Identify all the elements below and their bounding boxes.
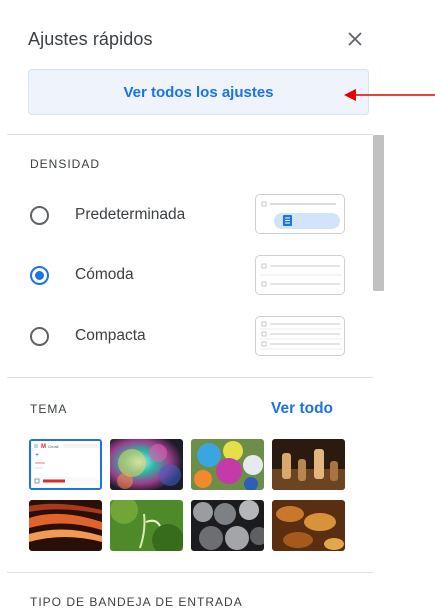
density-section-title: DENSIDAD — [30, 157, 101, 171]
svg-text:+: + — [35, 452, 39, 459]
density-option-label: Predeterminada — [75, 206, 186, 223]
panel-title: Ajustes rápidos — [28, 29, 153, 49]
svg-text:M: M — [41, 444, 46, 450]
theme-thumb-chess[interactable] — [272, 439, 345, 490]
theme-thumb-canyon[interactable] — [29, 500, 102, 551]
theme-thumb-tubes[interactable] — [191, 500, 264, 551]
theme-thumb-flowers[interactable] — [191, 439, 264, 490]
scrollbar-thumb[interactable] — [373, 135, 384, 291]
theme-thumb-bubbles[interactable] — [110, 439, 183, 490]
radio-default[interactable] — [30, 205, 49, 225]
theme-thumb-plant[interactable] — [110, 500, 183, 551]
density-option-label: Compacta — [75, 327, 146, 344]
gmail-logo-text: Gmail — [48, 444, 59, 449]
density-option-compact[interactable]: Compacta — [30, 324, 146, 348]
theme-section-title: TEMA — [30, 402, 68, 416]
radio-compact[interactable] — [30, 326, 49, 346]
radio-comfortable[interactable] — [30, 265, 49, 285]
theme-thumb-default[interactable]: M Gmail + — [29, 439, 102, 490]
annotation-arrow-icon — [344, 89, 435, 101]
density-default-preview — [255, 194, 345, 234]
theme-thumb-leaves[interactable] — [272, 500, 345, 551]
divider — [7, 377, 373, 378]
view-all-themes-link[interactable]: Ver todo — [271, 400, 333, 418]
close-button[interactable] — [341, 25, 369, 53]
view-all-settings-button[interactable]: Ver todos los ajustes — [28, 69, 369, 115]
density-option-label: Cómoda — [75, 266, 134, 283]
density-option-default[interactable]: Predeterminada — [30, 203, 185, 227]
density-compact-preview — [255, 316, 345, 356]
divider — [7, 572, 373, 573]
density-comfortable-preview — [255, 255, 345, 295]
density-option-comfortable[interactable]: Cómoda — [30, 263, 134, 287]
inbox-type-section-title: TIPO DE BANDEJA DE ENTRADA — [30, 595, 243, 608]
divider — [7, 134, 373, 135]
close-icon — [348, 32, 362, 46]
